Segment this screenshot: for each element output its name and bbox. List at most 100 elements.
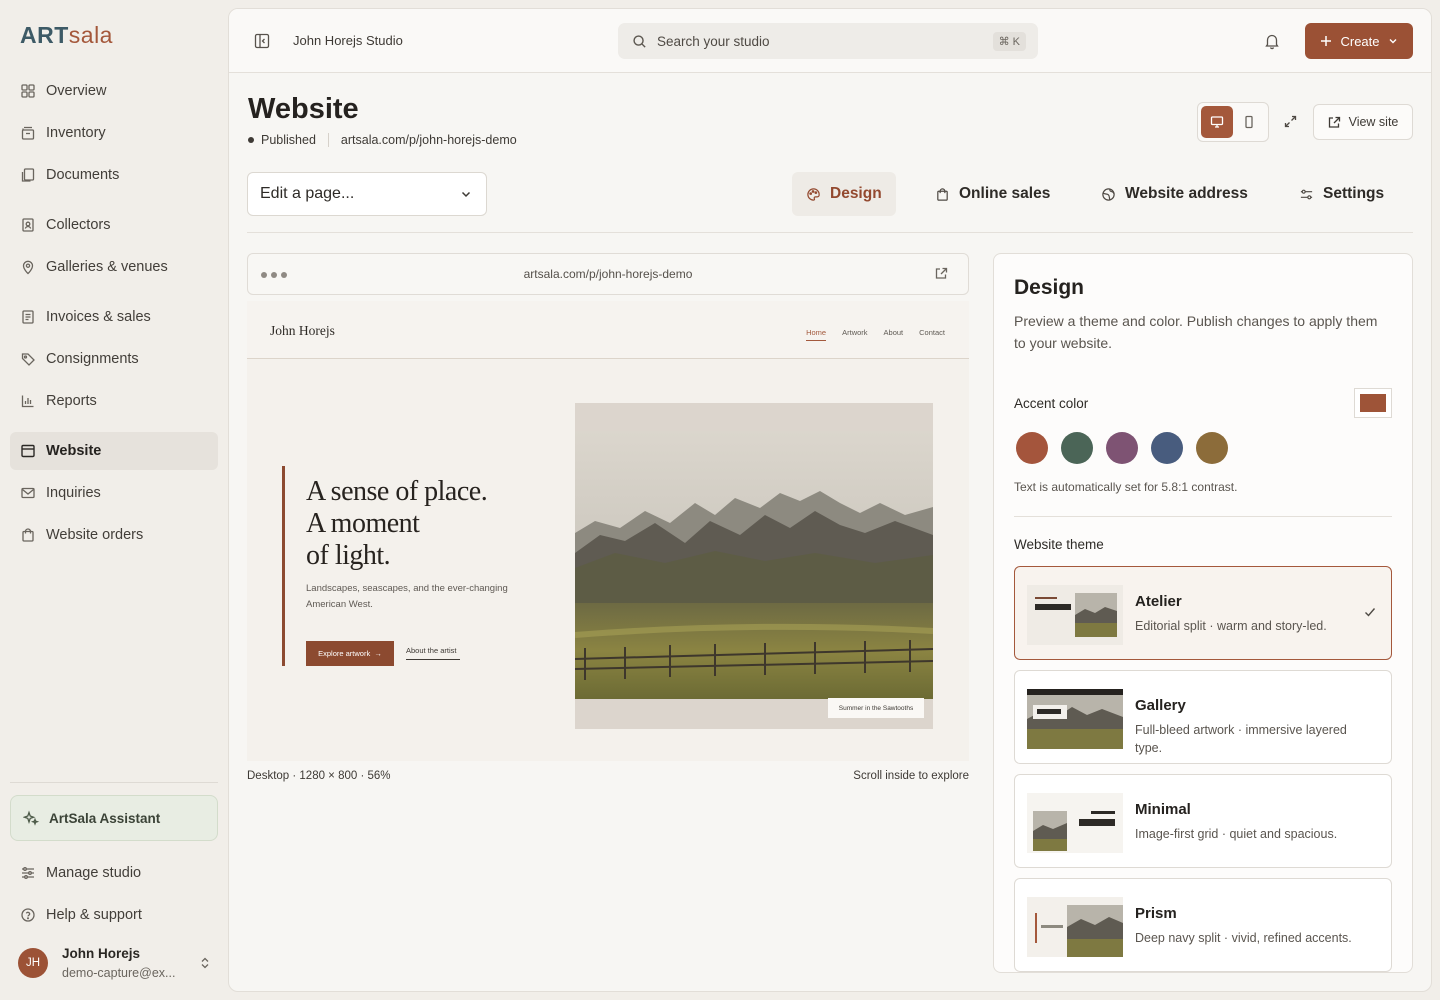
theme-card-gallery[interactable]: Gallery Full-bleed artwork · immersive l… [1014, 670, 1392, 764]
sidebar-item-label: Galleries & venues [46, 259, 168, 275]
manage-studio-label: Manage studio [46, 865, 142, 881]
sidebar-item-website[interactable]: Website [10, 432, 218, 470]
mobile-view-button[interactable] [1233, 106, 1265, 138]
sidebar-item-label: Documents [46, 167, 120, 183]
theme-card-minimal[interactable]: Minimal Image-first grid · quiet and spa… [1014, 774, 1392, 868]
sidebar-item-label: Inquiries [46, 485, 101, 501]
monitor-icon [1210, 116, 1224, 128]
bell-icon[interactable] [1263, 32, 1281, 50]
desktop-view-button[interactable] [1201, 106, 1233, 138]
theme-card-atelier[interactable]: Atelier Editorial split · warm and story… [1014, 566, 1392, 660]
website-preview[interactable]: John Horejs Home Artwork About Contact A… [247, 301, 969, 761]
tab-label: Website address [1125, 185, 1248, 202]
artsala-logo[interactable]: ARTsala [20, 22, 113, 49]
phone-icon [1245, 115, 1253, 129]
mail-icon [21, 487, 35, 499]
preview-url: artsala.com/p/john-horejs-demo [523, 267, 693, 281]
sidebar-item-inquiries[interactable]: Inquiries [10, 474, 218, 512]
hero-subtitle: Landscapes, seascapes, and the ever-chan… [306, 583, 508, 610]
hero-title-line: of light. [306, 540, 391, 571]
external-link-icon [1328, 116, 1340, 128]
swatch-plum[interactable] [1106, 432, 1138, 464]
sliders-icon [1300, 189, 1313, 199]
tab-settings[interactable]: Settings [1285, 172, 1398, 216]
help-support-link[interactable]: Help & support [10, 896, 218, 934]
tag-icon [21, 353, 35, 366]
tab-online-sales[interactable]: Online sales [921, 172, 1064, 216]
sidebar-item-galleries[interactable]: Galleries & venues [10, 248, 218, 286]
edit-page-value: Edit a page... [260, 185, 355, 202]
chevron-up-down-icon [201, 957, 209, 969]
sidebar-item-website-orders[interactable]: Website orders [10, 516, 218, 554]
swatch-navy[interactable] [1151, 432, 1183, 464]
studio-name: John Horejs Studio [293, 33, 403, 48]
about-artist-link[interactable]: About the artist [406, 646, 460, 660]
sidebar-toggle-icon[interactable] [253, 32, 271, 50]
preview-site-logo[interactable]: John Horejs [270, 323, 335, 339]
swatch-forest[interactable] [1061, 432, 1093, 464]
swatch-ochre[interactable] [1196, 432, 1228, 464]
browser-icon [21, 444, 35, 458]
theme-thumbnail [1027, 897, 1123, 957]
sidebar-item-consignments[interactable]: Consignments [10, 340, 218, 378]
theme-name: Atelier [1135, 593, 1182, 610]
preview-nav-home[interactable]: Home [806, 328, 827, 341]
theme-name: Gallery [1135, 697, 1186, 714]
view-site-button[interactable]: View site [1313, 104, 1413, 140]
preview-nav-contact[interactable]: Contact [919, 328, 945, 341]
view-site-label: View site [1348, 115, 1399, 129]
sidebar-item-collectors[interactable]: Collectors [10, 206, 218, 244]
swatch-terracotta[interactable] [1016, 432, 1048, 464]
accent-color-fill [1360, 394, 1386, 412]
sidebar: ARTsala Overview Inventory Documents Col… [0, 0, 228, 1000]
search-input[interactable]: Search your studio ⌘ K [618, 23, 1038, 59]
theme-description: Image-first grid · quiet and spacious. [1135, 827, 1338, 841]
image-caption: Summer in the Sawtooths [828, 698, 924, 718]
shopping-bag-icon [937, 187, 948, 201]
sidebar-item-label: Consignments [46, 351, 139, 367]
hero-title-line: A moment [306, 508, 420, 539]
avatar: JH [18, 948, 48, 978]
contrast-note: Text is automatically set for 5.8:1 cont… [1014, 480, 1238, 494]
sidebar-item-inventory[interactable]: Inventory [10, 114, 218, 152]
theme-thumbnail [1027, 585, 1123, 645]
preview-nav-artwork[interactable]: Artwork [842, 328, 867, 341]
sidebar-divider [10, 782, 218, 783]
hero-title: A sense of place. A moment of light. [306, 476, 526, 572]
manage-studio-link[interactable]: Manage studio [10, 854, 218, 892]
invoice-icon [22, 310, 34, 324]
tab-website-address[interactable]: Website address [1087, 172, 1262, 216]
documents-icon [21, 168, 35, 182]
sidebar-item-documents[interactable]: Documents [10, 156, 218, 194]
explore-artwork-button[interactable]: Explore artwork → [306, 641, 394, 666]
tab-label: Design [830, 185, 882, 202]
preview-nav-about[interactable]: About [884, 328, 904, 341]
theme-card-prism[interactable]: Prism Deep navy split · vivid, refined a… [1014, 878, 1392, 972]
edit-page-select[interactable]: Edit a page... [247, 172, 487, 216]
shopping-bag-icon [22, 528, 34, 542]
topbar: John Horejs Studio Search your studio ⌘ … [229, 9, 1431, 73]
search-icon [633, 34, 646, 48]
preview-site-nav: John Horejs Home Artwork About Contact [247, 301, 969, 359]
map-pin-icon [22, 260, 34, 275]
sidebar-item-label: Inventory [46, 125, 106, 141]
accent-color-preview[interactable] [1354, 388, 1392, 418]
theme-thumbnail [1027, 689, 1123, 749]
user-menu[interactable]: JH John Horejs demo-capture@ex... [18, 940, 212, 986]
page-title: Website [248, 93, 359, 125]
sidebar-item-invoices[interactable]: Invoices & sales [10, 298, 218, 336]
sidebar-item-overview[interactable]: Overview [10, 72, 218, 110]
site-url[interactable]: artsala.com/p/john-horejs-demo [341, 133, 517, 147]
hero-title-line: A sense of place. [306, 476, 488, 507]
theme-name: Prism [1135, 905, 1177, 922]
create-button[interactable]: Create [1305, 23, 1413, 59]
tab-design[interactable]: Design [792, 172, 896, 216]
expand-icon[interactable] [1283, 114, 1298, 129]
tab-label: Online sales [959, 185, 1051, 202]
assistant-button[interactable]: ArtSala Assistant [10, 795, 218, 841]
sidebar-item-reports[interactable]: Reports [10, 382, 218, 420]
accent-swatches [1016, 432, 1241, 464]
design-panel-title: Design [1014, 276, 1085, 299]
external-link-icon[interactable] [935, 267, 948, 280]
globe-icon [1102, 187, 1115, 201]
